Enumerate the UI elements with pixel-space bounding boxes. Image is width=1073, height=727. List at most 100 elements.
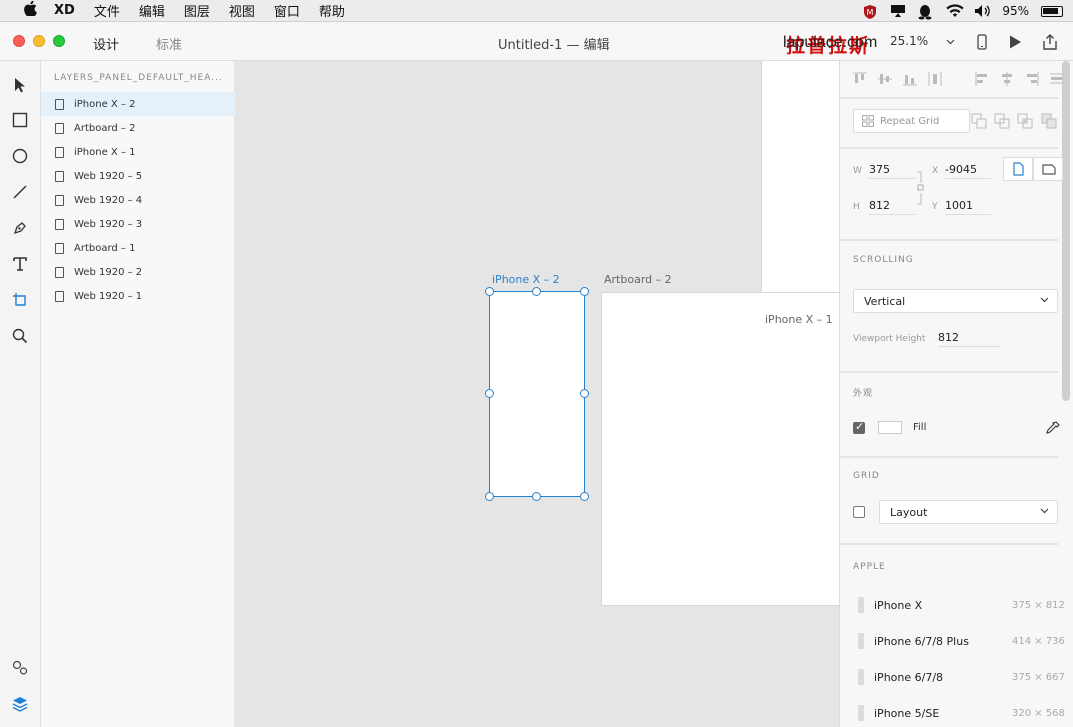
menu-edit[interactable]: 编辑 [139, 1, 165, 20]
boolean-exclude-icon[interactable] [1041, 113, 1057, 129]
select-tool-icon[interactable] [10, 75, 30, 95]
tab-design[interactable]: 设计 [93, 34, 120, 63]
repeat-grid-button[interactable]: Repeat Grid [853, 109, 970, 133]
resize-handle[interactable] [485, 287, 494, 296]
width-field[interactable]: 375 [869, 163, 915, 179]
zoom-control[interactable]: 25.1% [890, 34, 955, 48]
align-center-icon[interactable] [999, 71, 1015, 87]
fill-label: Fill [913, 422, 927, 433]
layer-item[interactable]: Web 1920 – 4 [41, 188, 235, 212]
menu-window[interactable]: 窗口 [274, 1, 300, 20]
volume-icon[interactable] [974, 4, 991, 18]
eyedropper-icon[interactable] [1046, 421, 1060, 438]
resize-handle[interactable] [485, 389, 494, 398]
artboard-tool-icon[interactable] [10, 290, 30, 310]
landscape-orientation-button[interactable] [1033, 157, 1063, 181]
artboard-icon [55, 218, 64, 230]
x-label: X [932, 166, 939, 176]
ellipse-tool-icon[interactable] [10, 146, 30, 166]
selection-frame[interactable] [489, 291, 585, 497]
grid-checkbox[interactable] [853, 506, 865, 518]
layer-item-label: Web 1920 – 5 [74, 170, 143, 182]
fill-color-swatch[interactable] [878, 421, 902, 434]
distribute-icon[interactable] [927, 71, 943, 87]
tab-spec[interactable]: 标准 [156, 34, 182, 53]
artboard-2[interactable] [601, 292, 839, 606]
assets-icon[interactable] [10, 658, 30, 678]
artboard-2-label[interactable]: Artboard – 2 [604, 273, 672, 286]
device-preset-row[interactable]: iPhone 6/7/8 Plus 414 × 736 [840, 622, 1073, 658]
zoom-window-button[interactable] [53, 35, 65, 47]
menu-app-xd[interactable]: XD [54, 3, 75, 18]
artboard-icon [55, 170, 64, 182]
grid-type-select[interactable]: Layout [879, 500, 1058, 524]
inspector-scrollbar[interactable] [1062, 61, 1070, 401]
device-name: iPhone 5/SE [874, 707, 940, 720]
artboard-iphone-x-1-top[interactable] [761, 61, 839, 293]
device-preset-row[interactable]: iPhone X 375 × 812 [840, 586, 1073, 622]
portrait-orientation-button[interactable] [1003, 157, 1033, 181]
battery-icon[interactable] [1041, 5, 1063, 17]
resize-handle[interactable] [580, 492, 589, 501]
selected-artboard-label[interactable]: iPhone X – 2 [492, 273, 560, 286]
play-preview-icon[interactable] [1006, 33, 1024, 51]
wifi-icon[interactable] [946, 4, 964, 18]
fill-checkbox[interactable] [853, 420, 865, 434]
align-bottom-icon[interactable] [902, 71, 918, 87]
line-tool-icon[interactable] [10, 182, 30, 202]
rectangle-tool-icon[interactable] [10, 110, 30, 130]
layer-item-label: iPhone X – 2 [74, 98, 136, 110]
resize-handle[interactable] [532, 492, 541, 501]
resize-handle[interactable] [580, 389, 589, 398]
scrolling-select[interactable]: Vertical [853, 289, 1058, 313]
layer-item[interactable]: iPhone X – 1 [41, 140, 235, 164]
resize-handle[interactable] [532, 287, 541, 296]
boolean-add-icon[interactable] [971, 113, 987, 129]
cast-display-icon[interactable] [890, 4, 906, 18]
layer-item[interactable]: iPhone X – 2 [41, 92, 235, 116]
text-tool-icon[interactable] [10, 254, 30, 274]
align-top-icon[interactable] [852, 71, 868, 87]
layer-item[interactable]: Web 1920 – 3 [41, 212, 235, 236]
layer-item[interactable]: Web 1920 – 2 [41, 260, 235, 284]
align-middle-icon[interactable] [877, 71, 893, 87]
distribute-horizontal-icon[interactable] [1049, 71, 1065, 87]
x-field[interactable]: -9045 [945, 163, 991, 179]
align-right-icon[interactable] [1024, 71, 1040, 87]
design-canvas[interactable]: Artboard – 2 iPhone X – 1 iPhone X – 2 [235, 61, 839, 727]
close-window-button[interactable] [13, 35, 25, 47]
layer-item[interactable]: Web 1920 – 1 [41, 284, 235, 308]
shield-icon[interactable]: M [862, 4, 878, 19]
apple-menu-icon[interactable] [20, 0, 40, 20]
menu-view[interactable]: 视图 [229, 1, 255, 20]
layers-icon[interactable] [10, 694, 30, 714]
device-preset-row[interactable]: iPhone 5/SE 320 × 568 [840, 694, 1073, 727]
device-preset-row[interactable]: iPhone 6/7/8 375 × 667 [840, 658, 1073, 694]
boolean-intersect-icon[interactable] [1017, 113, 1033, 129]
divider [840, 371, 1058, 373]
viewport-height-field[interactable]: 812 [938, 331, 1000, 347]
resize-handle[interactable] [485, 492, 494, 501]
boolean-subtract-icon[interactable] [994, 113, 1010, 129]
iphone-x-1-label[interactable]: iPhone X – 1 [763, 311, 835, 328]
lock-aspect-icon[interactable] [916, 171, 924, 208]
device-swatch [858, 633, 864, 649]
height-field[interactable]: 812 [869, 199, 915, 215]
scrolling-value: Vertical [864, 294, 906, 308]
qq-penguin-icon[interactable] [918, 4, 934, 20]
device-preview-icon[interactable] [973, 33, 991, 51]
layer-item[interactable]: Web 1920 – 5 [41, 164, 235, 188]
menu-layer[interactable]: 图层 [184, 1, 210, 20]
zoom-tool-icon[interactable] [10, 326, 30, 346]
resize-handle[interactable] [580, 287, 589, 296]
layer-item[interactable]: Artboard – 2 [41, 116, 235, 140]
minimize-window-button[interactable] [33, 35, 45, 47]
menu-file[interactable]: 文件 [94, 1, 120, 20]
menu-help[interactable]: 帮助 [319, 1, 345, 20]
appearance-section-title: 外观 [853, 389, 874, 399]
layer-item[interactable]: Artboard – 1 [41, 236, 235, 260]
y-field[interactable]: 1001 [945, 199, 991, 215]
share-icon[interactable] [1041, 33, 1059, 51]
pen-tool-icon[interactable] [10, 218, 30, 238]
align-left-icon[interactable] [974, 71, 990, 87]
